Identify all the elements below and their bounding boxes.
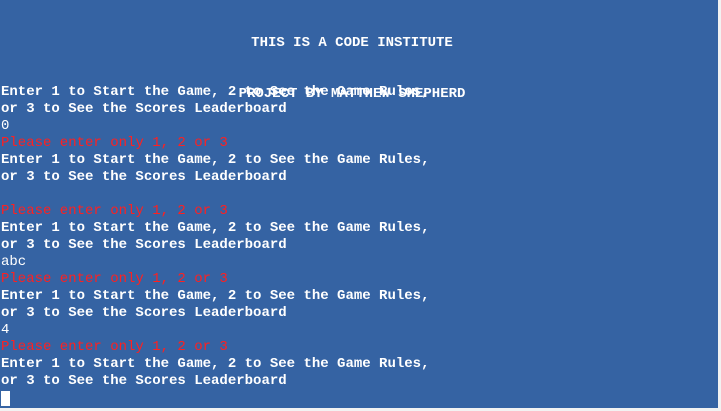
menu-prompt-line-1: Enter 1 to Start the Game, 2 to See the …	[1, 288, 430, 304]
menu-prompt-line-2: or 3 to See the Scores Leaderboard	[1, 305, 287, 321]
menu-prompt-line-2: or 3 to See the Scores Leaderboard	[1, 373, 287, 389]
error-message: Please enter only 1, 2 or 3	[1, 135, 228, 151]
menu-prompt-line-1: Enter 1 to Start the Game, 2 to See the …	[1, 84, 430, 100]
menu-prompt-line-2: or 3 to See the Scores Leaderboard	[1, 237, 287, 253]
user-input-line: 4	[1, 322, 10, 338]
menu-prompt-line-1: Enter 1 to Start the Game, 2 to See the …	[1, 220, 430, 236]
terminal-window[interactable]: THIS IS A CODE INSTITUTE PROJECT BY MATT…	[0, 0, 718, 408]
menu-prompt-line-2: or 3 to See the Scores Leaderboard	[1, 169, 287, 185]
terminal-output: Enter 1 to Start the Game, 2 to See the …	[1, 84, 717, 406]
user-input-line	[1, 186, 717, 203]
error-message: Please enter only 1, 2 or 3	[1, 271, 228, 287]
menu-prompt-line-1: Enter 1 to Start the Game, 2 to See the …	[1, 356, 430, 372]
header-line-1: THIS IS A CODE INSTITUTE	[251, 35, 453, 51]
user-input-line: abc	[1, 254, 27, 270]
text-cursor[interactable]	[1, 391, 10, 406]
menu-prompt-line-2: or 3 to See the Scores Leaderboard	[1, 101, 287, 117]
menu-prompt-line-1: Enter 1 to Start the Game, 2 to See the …	[1, 152, 430, 168]
user-input-line: 0	[1, 118, 10, 134]
error-message: Please enter only 1, 2 or 3	[1, 339, 228, 355]
error-message: Please enter only 1, 2 or 3	[1, 203, 228, 219]
